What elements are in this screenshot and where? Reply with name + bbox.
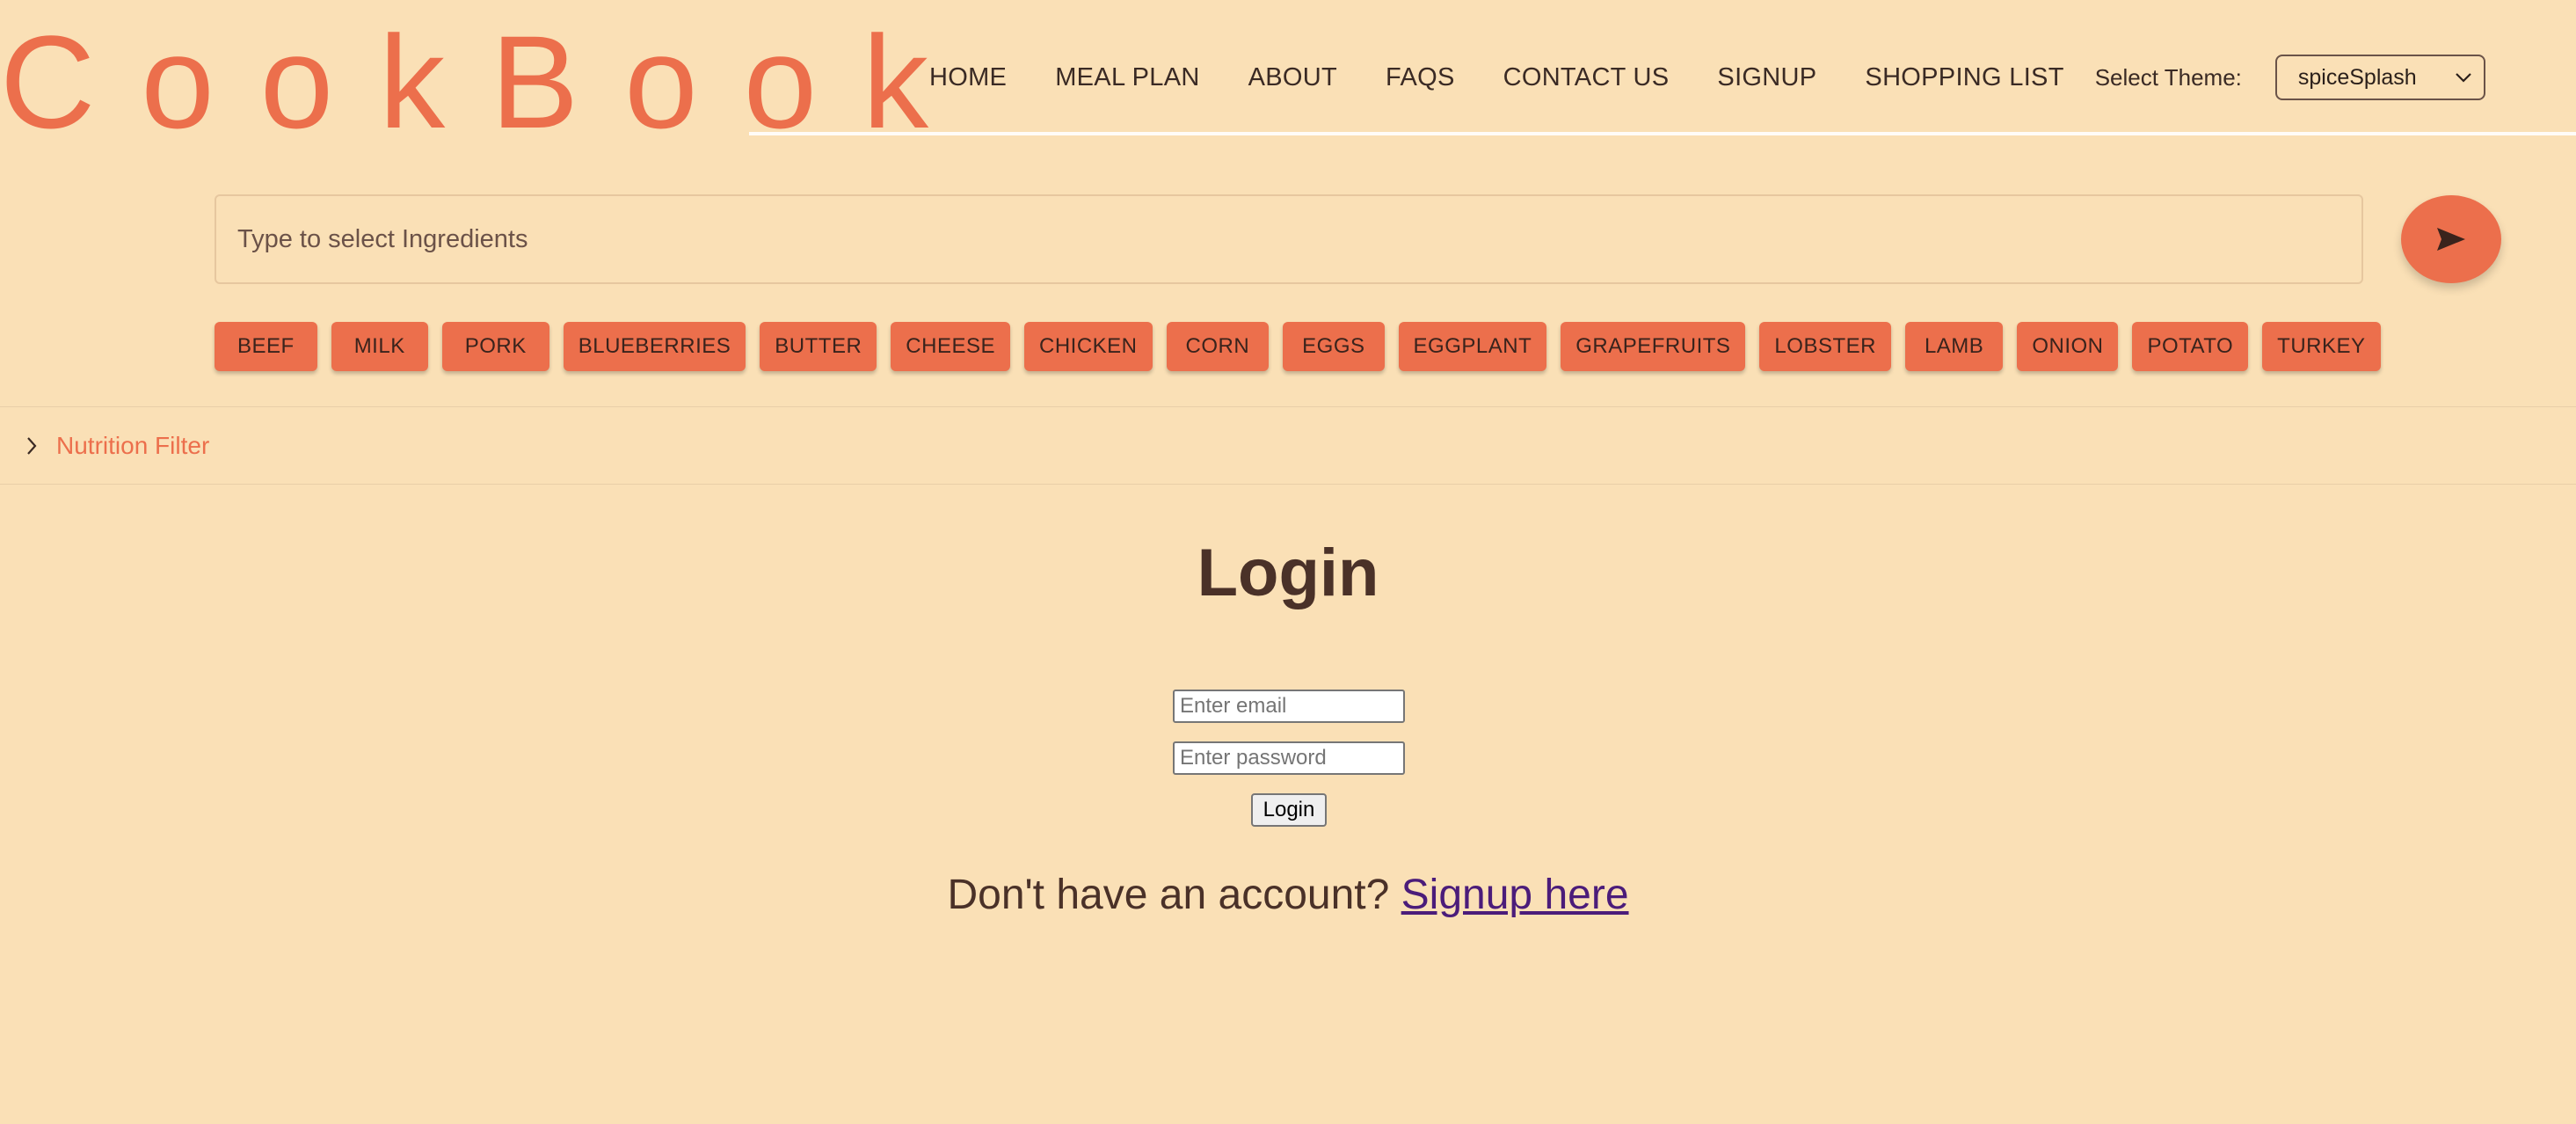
email-field[interactable] — [1173, 690, 1405, 723]
signup-prompt: Don't have an account? Signup here — [0, 871, 2576, 919]
chip-milk[interactable]: MILK — [331, 322, 428, 371]
chip-grapefruits[interactable]: GRAPEFRUITS — [1561, 322, 1746, 371]
nav-home[interactable]: HOME — [929, 63, 1007, 92]
nav-meal-plan[interactable]: MEAL PLAN — [1055, 63, 1199, 92]
main-nav: HOME MEAL PLAN ABOUT FAQS CONTACT US SIG… — [929, 55, 2485, 100]
nav-faqs[interactable]: FAQS — [1386, 63, 1455, 92]
chip-corn[interactable]: CORN — [1166, 322, 1270, 371]
chevron-down-icon — [2456, 73, 2471, 83]
chip-beef[interactable]: BEEF — [215, 322, 317, 371]
chip-butter[interactable]: BUTTER — [760, 322, 877, 371]
ingredient-search-input[interactable] — [237, 224, 2361, 254]
password-field[interactable] — [1173, 741, 1405, 775]
app-logo[interactable]: CookBook — [0, 16, 974, 148]
chip-potato[interactable]: POTATO — [2132, 322, 2249, 371]
chip-pork[interactable]: PORK — [441, 322, 549, 371]
chip-eggplant[interactable]: EGGPLANT — [1398, 322, 1547, 371]
chip-turkey[interactable]: TURKEY — [2262, 322, 2381, 371]
chip-eggs[interactable]: EGGS — [1283, 322, 1385, 371]
chip-lamb[interactable]: LAMB — [1904, 322, 2004, 371]
nutrition-filter-toggle[interactable]: Nutrition Filter — [0, 406, 2576, 485]
chip-lobster[interactable]: LOBSTER — [1759, 322, 1891, 371]
chip-chicken[interactable]: CHICKEN — [1023, 322, 1153, 371]
page: CookBook HOME MEAL PLAN ABOUT FAQS CONTA… — [0, 0, 2576, 1124]
nav-signup[interactable]: SIGNUP — [1717, 63, 1816, 92]
chip-onion[interactable]: ONION — [2017, 322, 2119, 371]
login-button[interactable]: Login — [1251, 793, 1327, 827]
theme-label: Select Theme: — [2094, 63, 2242, 91]
page-title: Login — [1197, 536, 1379, 610]
signup-prompt-text: Don't have an account? — [947, 872, 1390, 918]
signup-link[interactable]: Signup here — [1401, 872, 1629, 918]
chevron-right-icon — [27, 436, 37, 455]
nav-divider — [749, 132, 2576, 135]
ingredient-search[interactable] — [215, 194, 2363, 284]
chip-cheese[interactable]: CHEESE — [891, 322, 1010, 371]
nav-shopping-list[interactable]: SHOPPING LIST — [1865, 63, 2063, 92]
nutrition-filter-label: Nutrition Filter — [56, 431, 210, 459]
theme-select-value: spiceSplash — [2297, 64, 2417, 90]
theme-select[interactable]: spiceSplash — [2274, 55, 2485, 100]
nav-contact-us[interactable]: CONTACT US — [1503, 63, 1670, 92]
send-icon — [2437, 228, 2465, 251]
nav-about[interactable]: ABOUT — [1248, 63, 1337, 92]
chip-blueberries[interactable]: BLUEBERRIES — [563, 322, 746, 371]
search-submit-button[interactable] — [2401, 195, 2501, 283]
ingredient-chips: BEEF MILK PORK BLUEBERRIES BUTTER CHEESE… — [215, 322, 2395, 371]
